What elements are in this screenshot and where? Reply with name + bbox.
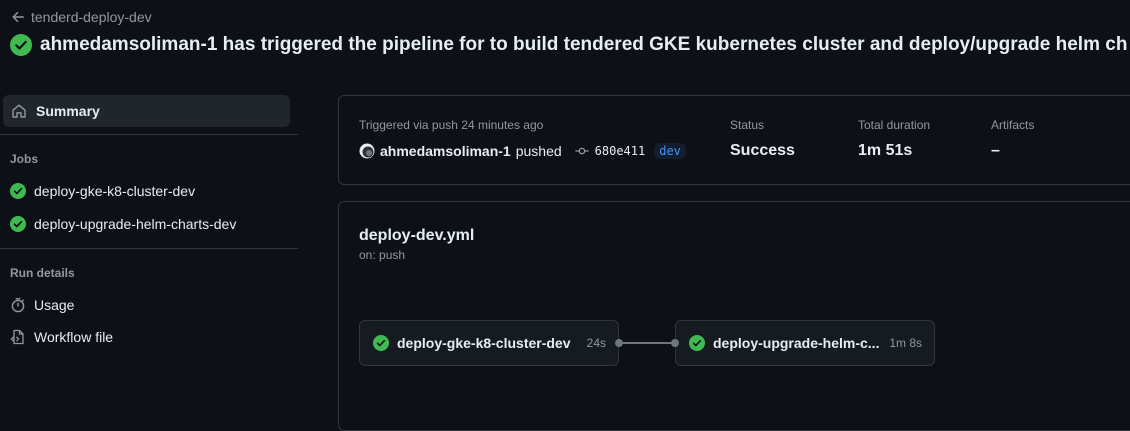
- run-title-row: ahmedamsoliman-1 has triggered the pipel…: [10, 34, 1127, 56]
- home-icon: [11, 103, 27, 119]
- actor-link[interactable]: ahmedamsoliman-1: [380, 143, 511, 159]
- status-value: Success: [730, 142, 795, 159]
- status-label: Status: [730, 118, 765, 132]
- artifacts-value: –: [991, 142, 1000, 159]
- sidebar-job-deploy-upgrade-helm[interactable]: deploy-upgrade-helm-charts-dev: [10, 216, 236, 232]
- job-connector-dot: [671, 339, 679, 347]
- success-check-icon: [373, 335, 389, 351]
- success-check-icon: [689, 335, 705, 351]
- sidebar-job-label: deploy-gke-k8-cluster-dev: [34, 183, 196, 199]
- artifacts-label: Artifacts: [991, 118, 1035, 132]
- push-action: pushed: [515, 143, 562, 159]
- avatar[interactable]: [359, 143, 375, 159]
- job-name: deploy-gke-k8-cluster-dev: [397, 335, 571, 351]
- page-title: ahmedamsoliman-1 has triggered the pipel…: [40, 34, 1128, 55]
- file-code-icon: [10, 329, 26, 345]
- back-link-label: tenderd-deploy-dev: [31, 9, 152, 25]
- branch-badge[interactable]: dev: [654, 143, 686, 159]
- success-check-icon: [10, 216, 26, 232]
- workflow-graph-card: deploy-dev.yml on: push: [338, 201, 1130, 431]
- duration-label: Total duration: [858, 118, 931, 132]
- jobs-heading: Jobs: [10, 152, 39, 166]
- trigger-text: Triggered via push 24 minutes ago: [359, 118, 544, 132]
- sidebar-item-summary-label: Summary: [36, 103, 100, 119]
- stopwatch-icon: [10, 297, 26, 313]
- job-duration: 1m 8s: [889, 336, 922, 350]
- sidebar-item-usage[interactable]: Usage: [10, 297, 74, 313]
- workflow-job-deploy-gke[interactable]: deploy-gke-k8-cluster-dev 24s: [359, 320, 619, 366]
- success-check-icon: [10, 34, 32, 56]
- job-connector-dot: [615, 339, 623, 347]
- sidebar-item-workflow-file[interactable]: Workflow file: [10, 329, 113, 345]
- job-connector-line: [623, 342, 673, 344]
- sidebar-job-label: deploy-upgrade-helm-charts-dev: [34, 216, 237, 232]
- back-link[interactable]: tenderd-deploy-dev: [11, 9, 152, 25]
- sidebar-item-summary[interactable]: Summary: [3, 95, 290, 127]
- duration-value: 1m 51s: [858, 142, 913, 159]
- commit-link[interactable]: 680e411: [575, 144, 646, 158]
- run-summary-card: Triggered via push 24 minutes ago ahmeda…: [338, 95, 1130, 185]
- commit-sha: 680e411: [594, 144, 646, 158]
- sidebar-divider: [0, 248, 298, 249]
- success-check-icon: [10, 183, 26, 199]
- git-commit-icon: [575, 144, 589, 158]
- sidebar-divider: [0, 134, 298, 135]
- run-details-heading: Run details: [10, 266, 75, 280]
- job-name: deploy-upgrade-helm-c...: [713, 335, 880, 351]
- sidebar-item-label: Workflow file: [34, 329, 114, 345]
- arrow-left-icon: [11, 10, 25, 24]
- workflow-trigger: on: push: [359, 248, 406, 262]
- sidebar-job-deploy-gke[interactable]: deploy-gke-k8-cluster-dev: [10, 183, 195, 199]
- workflow-file-name[interactable]: deploy-dev.yml: [359, 227, 474, 245]
- job-duration: 24s: [586, 336, 606, 350]
- push-info: ahmedamsoliman-1 pushed 680e411 dev: [359, 143, 686, 159]
- workflow-job-deploy-upgrade-helm[interactable]: deploy-upgrade-helm-c... 1m 8s: [675, 320, 935, 366]
- sidebar-item-label: Usage: [34, 297, 75, 313]
